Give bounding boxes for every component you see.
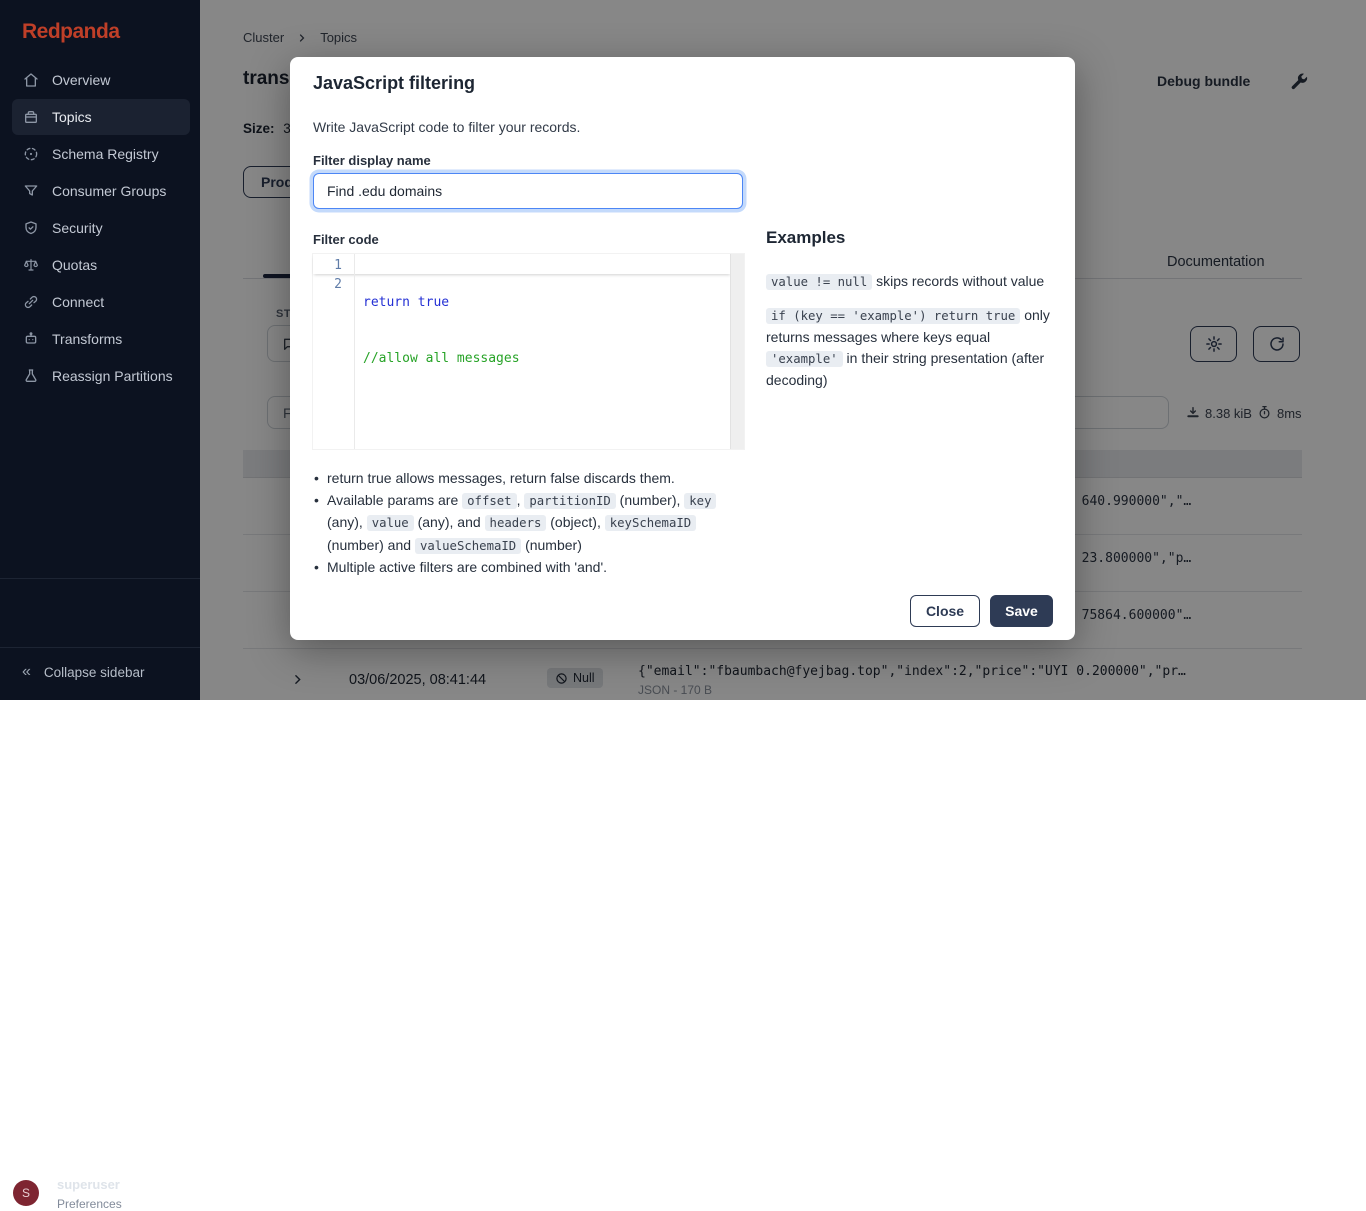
box-icon <box>23 109 39 125</box>
code-line: return true <box>363 294 520 313</box>
robot-icon <box>23 331 39 347</box>
note-item: Available params are offset, partitionID… <box>313 490 717 558</box>
code-line: //allow all messages <box>363 350 520 369</box>
filter-name-label: Filter display name <box>313 153 431 168</box>
sidebar-item-label: Connect <box>52 294 104 310</box>
filter-notes-list: return true allows messages, return fals… <box>313 468 717 579</box>
example-item: value != null skips records without valu… <box>766 271 1058 293</box>
funnel-icon <box>23 183 39 199</box>
filter-name-input[interactable] <box>313 173 743 209</box>
double-chevron-left-icon: « <box>22 663 31 681</box>
sidebar-item-security[interactable]: Security <box>12 210 190 246</box>
note-item: return true allows messages, return fals… <box>313 468 717 490</box>
sidebar: Redpanda Overview Topics Schema Registry… <box>0 0 200 700</box>
schema-icon <box>23 146 39 162</box>
user-name: superuser <box>57 1177 120 1192</box>
save-button[interactable]: Save <box>990 595 1053 627</box>
editor-scrollbar[interactable] <box>730 254 744 449</box>
sidebar-item-connect[interactable]: Connect <box>12 284 190 320</box>
sidebar-item-consumer-groups[interactable]: Consumer Groups <box>12 173 190 209</box>
collapse-sidebar-button[interactable]: « Collapse sidebar <box>22 663 144 681</box>
sidebar-item-quotas[interactable]: Quotas <box>12 247 190 283</box>
sidebar-item-topics[interactable]: Topics <box>12 99 190 135</box>
avatar: S <box>13 1180 39 1206</box>
line-number: 2 <box>313 276 342 295</box>
code-content: return true //allow all messages <box>363 257 520 405</box>
sidebar-item-overview[interactable]: Overview <box>12 62 190 98</box>
sidebar-item-label: Schema Registry <box>52 146 159 162</box>
line-number-gutter: 1 2 <box>313 254 355 449</box>
sidebar-divider <box>0 647 200 648</box>
user-menu[interactable]: S superuser Preferences <box>0 585 200 640</box>
examples-heading: Examples <box>766 228 845 248</box>
sidebar-item-label: Overview <box>52 72 110 88</box>
example-item: if (key == 'example') return true only r… <box>766 305 1058 391</box>
link-icon <box>23 294 39 310</box>
sidebar-item-transforms[interactable]: Transforms <box>12 321 190 357</box>
javascript-filtering-modal: JavaScript filtering Write JavaScript co… <box>290 57 1075 640</box>
sidebar-item-label: Reassign Partitions <box>52 368 173 384</box>
shield-icon <box>23 220 39 236</box>
close-button[interactable]: Close <box>910 595 980 627</box>
filter-code-label: Filter code <box>313 232 379 247</box>
sidebar-nav: Overview Topics Schema Registry Consumer… <box>0 62 200 395</box>
sidebar-item-label: Quotas <box>52 257 97 273</box>
flask-icon <box>23 368 39 384</box>
code-editor[interactable]: 1 2 return true //allow all messages <box>312 253 745 450</box>
sidebar-item-label: Transforms <box>52 331 122 347</box>
sidebar-item-label: Topics <box>52 109 92 125</box>
scales-icon <box>23 257 39 273</box>
line-number: 1 <box>313 257 342 276</box>
user-preferences-link[interactable]: Preferences <box>57 1197 122 1211</box>
sidebar-item-schema-registry[interactable]: Schema Registry <box>12 136 190 172</box>
sidebar-item-reassign-partitions[interactable]: Reassign Partitions <box>12 358 190 394</box>
collapse-sidebar-label: Collapse sidebar <box>44 665 145 680</box>
sidebar-divider <box>0 578 200 579</box>
sidebar-item-label: Security <box>52 220 103 236</box>
modal-title: JavaScript filtering <box>313 73 475 94</box>
note-item: Multiple active filters are combined wit… <box>313 557 717 579</box>
modal-description: Write JavaScript code to filter your rec… <box>313 119 580 135</box>
home-icon <box>23 72 39 88</box>
sidebar-item-label: Consumer Groups <box>52 183 166 199</box>
redpanda-logo[interactable]: Redpanda <box>22 20 120 44</box>
